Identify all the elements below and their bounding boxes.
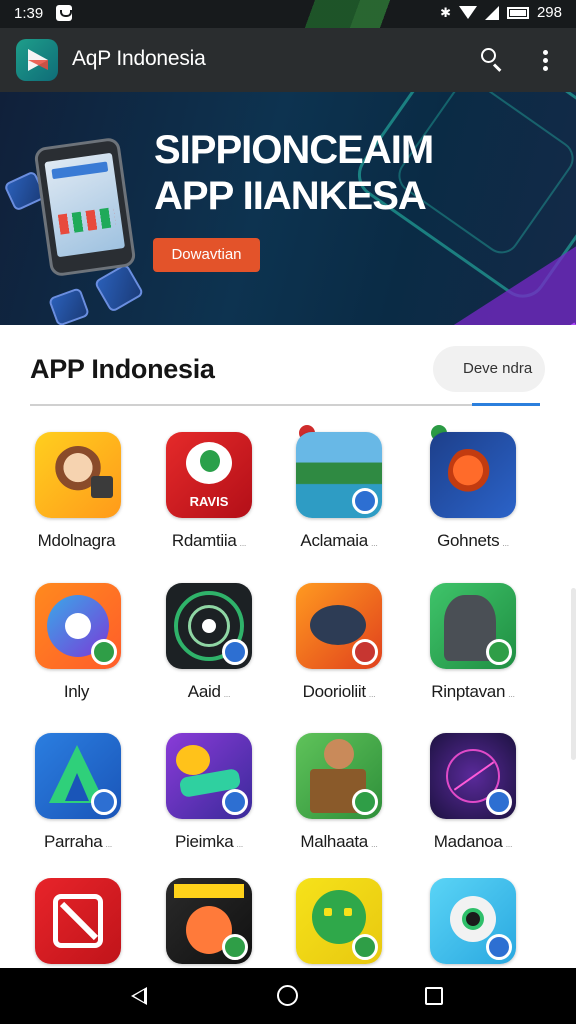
app-tile[interactable] bbox=[274, 878, 404, 968]
app-icon bbox=[296, 583, 382, 669]
app-tile[interactable]: Inly bbox=[13, 583, 143, 723]
app-icon bbox=[296, 432, 382, 518]
phone-illustration bbox=[33, 136, 137, 278]
app-tile[interactable] bbox=[408, 878, 538, 968]
app-tile[interactable]: Malhaata... bbox=[274, 733, 404, 873]
section-title: APP Indonesia bbox=[30, 354, 215, 384]
app-name: Aaid... bbox=[187, 682, 231, 701]
app-tile[interactable]: Madanoa... bbox=[408, 733, 538, 873]
app-tile[interactable]: Parraha... bbox=[13, 733, 143, 873]
section-divider bbox=[30, 404, 540, 406]
app-tile[interactable]: Pieimka... bbox=[144, 733, 274, 873]
app-name: Madanoa... bbox=[433, 832, 513, 851]
app-name: Rinptavan... bbox=[431, 682, 515, 701]
status-decoration bbox=[300, 0, 440, 28]
wifi-icon bbox=[458, 6, 477, 19]
notification-icon bbox=[56, 5, 72, 21]
app-tile[interactable]: Rinptavan... bbox=[408, 583, 538, 723]
app-bar: AqP Indonesia bbox=[0, 28, 576, 92]
app-name: Inly bbox=[63, 682, 90, 701]
app-name: Doorioliit... bbox=[302, 682, 376, 701]
app-tile[interactable]: RAVIS Rdamtiia... bbox=[144, 432, 274, 572]
edit-badge-icon bbox=[91, 789, 117, 815]
app-icon bbox=[296, 733, 382, 819]
app-title: AqP Indonesia bbox=[72, 47, 206, 70]
app-icon bbox=[430, 878, 516, 964]
app-tile[interactable]: Mdolnagra bbox=[13, 432, 143, 572]
edit-badge-icon bbox=[486, 789, 512, 815]
app-tile[interactable]: Aclamaia... bbox=[274, 422, 404, 572]
more-options-button[interactable] bbox=[532, 48, 558, 74]
edit-badge-icon bbox=[222, 934, 248, 960]
search-button[interactable] bbox=[478, 46, 506, 74]
banner-heading-line1: SIPPIONCEAIM bbox=[154, 128, 434, 172]
status-bar: 1:39 ✱ 298 bbox=[0, 0, 576, 28]
floating-icon bbox=[47, 287, 91, 325]
scrollbar[interactable] bbox=[571, 588, 576, 760]
edit-badge-icon bbox=[352, 789, 378, 815]
app-name: Parraha... bbox=[44, 832, 112, 851]
app-icon bbox=[430, 432, 516, 518]
edit-badge-icon bbox=[486, 639, 512, 665]
app-icon bbox=[35, 878, 121, 964]
app-name: Aclamaia... bbox=[300, 531, 378, 550]
app-icon bbox=[35, 733, 121, 819]
app-icon bbox=[166, 583, 252, 669]
search-icon bbox=[481, 48, 496, 63]
edit-badge-icon bbox=[222, 639, 248, 665]
app-name: Pieimka... bbox=[175, 832, 243, 851]
banner-heading-line2: APP IIANKESA bbox=[154, 174, 427, 218]
home-icon[interactable] bbox=[277, 985, 298, 1006]
app-icon bbox=[430, 733, 516, 819]
banner-download-button[interactable]: Dowavtian bbox=[153, 238, 260, 272]
app-tile[interactable] bbox=[144, 878, 274, 968]
app-tile[interactable]: Doorioliit... bbox=[274, 583, 404, 723]
bluetooth-icon: ✱ bbox=[440, 4, 451, 20]
battery-icon bbox=[506, 6, 529, 19]
signal-icon bbox=[484, 5, 499, 20]
app-icon bbox=[166, 733, 252, 819]
back-icon[interactable] bbox=[131, 987, 147, 1005]
edit-badge-icon bbox=[486, 934, 512, 960]
battery-level: 298 bbox=[536, 4, 562, 21]
edit-badge-icon bbox=[222, 789, 248, 815]
app-icon bbox=[166, 878, 252, 964]
play-store-icon bbox=[16, 39, 58, 81]
more-vert-icon bbox=[543, 50, 548, 55]
recents-icon[interactable] bbox=[425, 987, 443, 1005]
app-icon: RAVIS bbox=[166, 432, 252, 518]
edit-badge-icon bbox=[91, 639, 117, 665]
active-tab-indicator bbox=[472, 403, 540, 406]
edit-badge-icon bbox=[352, 934, 378, 960]
banner-heading: SIPPIONCEAIM APP IIANKESA bbox=[154, 127, 434, 219]
app-tile[interactable]: Aaid... bbox=[144, 583, 274, 723]
promo-banner[interactable]: SIPPIONCEAIM APP IIANKESA Dowavtian bbox=[0, 92, 576, 325]
app-name: Malhaata... bbox=[300, 832, 378, 851]
developer-filter-pill[interactable]: Deve ndra bbox=[433, 346, 545, 392]
floating-icon bbox=[93, 262, 145, 314]
navigation-bar bbox=[0, 968, 576, 1024]
app-icon bbox=[35, 583, 121, 669]
status-time: 1:39 bbox=[14, 5, 44, 22]
app-name: Rdamtiia... bbox=[171, 531, 247, 550]
app-icon bbox=[430, 583, 516, 669]
edit-badge-icon bbox=[352, 488, 378, 514]
app-icon bbox=[296, 878, 382, 964]
edit-badge-icon bbox=[352, 639, 378, 665]
app-tile[interactable] bbox=[13, 878, 143, 968]
triangle-decoration bbox=[446, 240, 576, 325]
app-name: Mdolnagra bbox=[37, 531, 116, 550]
app-name: Gohnets... bbox=[437, 531, 509, 550]
system-icons: ✱ 298 bbox=[440, 4, 562, 21]
app-tile[interactable]: Gohnets... bbox=[408, 422, 538, 572]
app-icon bbox=[35, 432, 121, 518]
